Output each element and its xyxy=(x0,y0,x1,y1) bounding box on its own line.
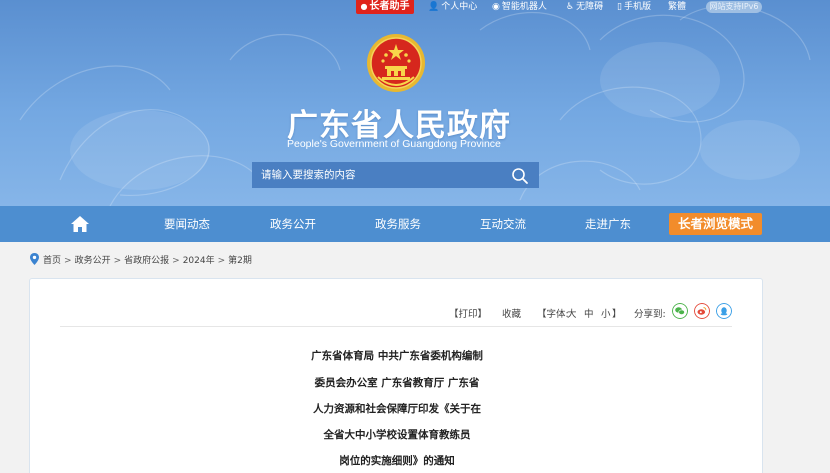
breadcrumb-issue[interactable]: 第2期 xyxy=(228,256,252,266)
share-label: 分享到: xyxy=(634,309,666,320)
nav-item-government-affairs[interactable]: 政务公开 xyxy=(270,206,316,242)
weibo-share-icon[interactable] xyxy=(694,303,710,319)
document-title-line-5: 岗位的实施细则》的通知 xyxy=(339,455,455,467)
nav-item-services[interactable]: 政务服务 xyxy=(375,206,421,242)
favorite-button[interactable]: 收藏 xyxy=(502,306,521,320)
font-size-label: 【字体: xyxy=(537,309,569,320)
search-icon[interactable] xyxy=(510,166,530,186)
article-card: 【打印】 收藏 【字体: 大 中 小 】 分享到: 广东省体育局 中共广东省委机… xyxy=(29,278,763,473)
mobile-icon: ▯ xyxy=(617,2,622,12)
smart-robot-link[interactable]: ◉ 智能机器人 xyxy=(492,0,547,14)
person-icon: 👤 xyxy=(428,2,440,12)
accessibility-icon: ♿ xyxy=(566,2,575,12)
breadcrumb-gazette[interactable]: 省政府公报 xyxy=(124,256,169,266)
print-button[interactable]: 【打印】 xyxy=(449,306,487,320)
font-small-button[interactable]: 小 xyxy=(601,306,611,320)
national-emblem-icon xyxy=(367,34,425,92)
font-medium-button[interactable]: 中 xyxy=(584,306,594,320)
elder-browse-mode-button[interactable]: 长者浏览模式 xyxy=(669,213,762,235)
document-title-line-4: 全省大中小学校设置体育教练员 xyxy=(323,429,471,441)
wechat-share-icon[interactable] xyxy=(672,303,688,319)
breadcrumb: 首页 > 政务公开 > 省政府公报 >2024年 > 第2期 xyxy=(30,253,252,267)
article-toolbar: 【打印】 收藏 【字体: 大 中 小 】 分享到: xyxy=(30,279,764,327)
document-title-line-3: 人力资源和社会保障厅印发《关于在 xyxy=(313,403,481,415)
site-subtitle: People's Government of Guangdong Provinc… xyxy=(287,138,501,150)
qq-share-icon[interactable] xyxy=(716,303,732,319)
location-pin-icon xyxy=(30,253,39,265)
font-large-button[interactable]: 大 xyxy=(567,306,577,320)
accessibility-link[interactable]: ♿ 无障碍 xyxy=(566,0,603,14)
home-icon[interactable] xyxy=(70,215,90,233)
nav-item-about-guangdong[interactable]: 走进广东 xyxy=(585,206,631,242)
search-box xyxy=(252,162,539,188)
nav-item-interaction[interactable]: 互动交流 xyxy=(480,206,526,242)
personal-center-link[interactable]: 👤 个人中心 xyxy=(428,0,477,14)
document-title-line-1: 广东省体育局 中共广东省委机构编制 xyxy=(311,350,483,362)
font-size-label-end: 】 xyxy=(612,309,622,320)
toolbar-divider xyxy=(60,326,732,327)
elder-assistant-button[interactable]: ● 长者助手 xyxy=(356,0,414,14)
document-title-line-2: 委员会办公室 广东省教育厅 广东省 xyxy=(314,377,480,389)
robot-icon: ◉ xyxy=(492,2,500,12)
breadcrumb-government-affairs[interactable]: 政务公开 xyxy=(75,256,111,266)
breadcrumb-home[interactable]: 首页 xyxy=(43,256,61,266)
traditional-chinese-link[interactable]: 繁體 xyxy=(668,0,686,14)
search-input[interactable] xyxy=(252,162,507,188)
mobile-version-link[interactable]: ▯ 手机版 xyxy=(617,0,651,14)
breadcrumb-year[interactable]: 2024年 xyxy=(183,256,215,266)
ipv6-badge: 网站支持IPv6 xyxy=(706,1,762,13)
nav-item-news[interactable]: 要闻动态 xyxy=(164,206,210,242)
site-title: 广东省人民政府 xyxy=(287,108,511,144)
elder-icon: ● xyxy=(360,2,368,11)
